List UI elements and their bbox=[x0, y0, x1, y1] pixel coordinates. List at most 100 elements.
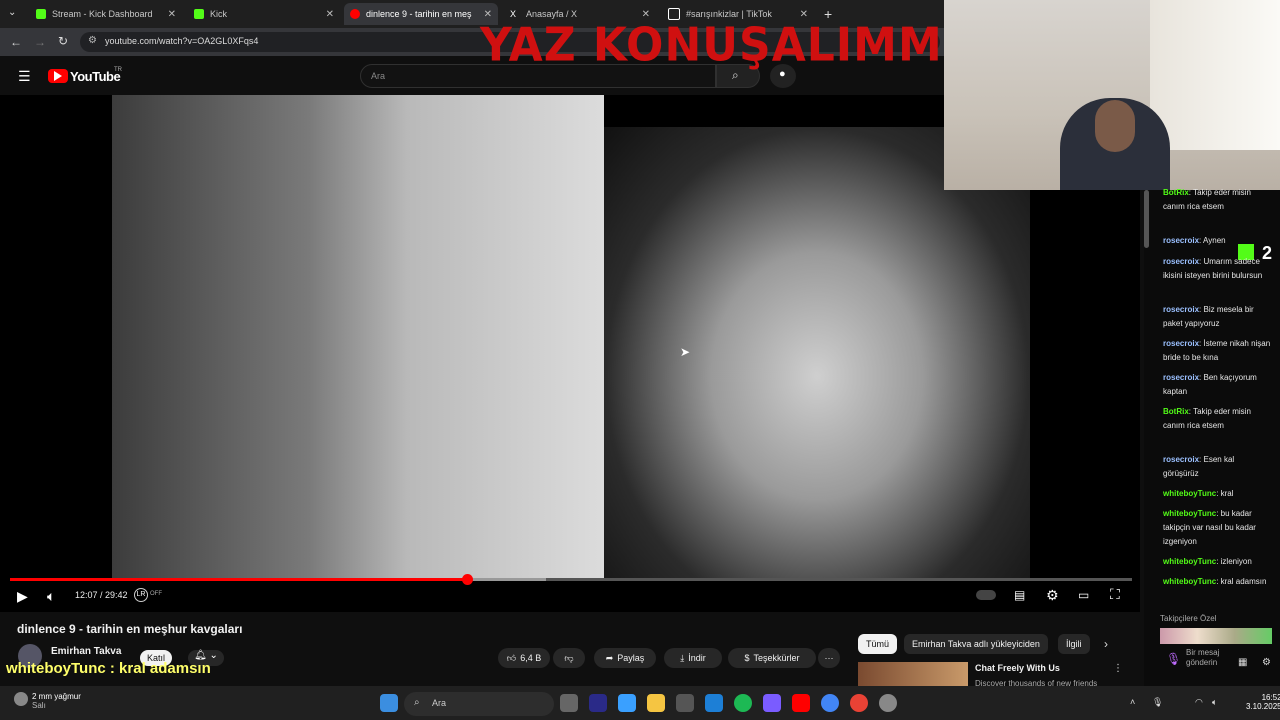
edge-icon[interactable] bbox=[705, 694, 723, 712]
download-button[interactable]: ⤓ İndir bbox=[664, 648, 722, 668]
windows-start-icon[interactable] bbox=[380, 694, 398, 712]
windows-taskbar bbox=[0, 686, 1280, 720]
forward-icon[interactable]: → bbox=[34, 35, 46, 49]
chip-uploader[interactable]: Emirhan Takva adlı yükleyiciden bbox=[904, 634, 1048, 654]
youtube-app-icon[interactable] bbox=[792, 694, 810, 712]
chat-message: rosecroix: Biz mesela bir paket yapıyoru… bbox=[1163, 305, 1254, 328]
video-frame-right-bust bbox=[604, 127, 1030, 580]
like-button[interactable]: 👍︎ 6,4 B bbox=[498, 648, 550, 668]
share-button[interactable]: ➦ Paylaş bbox=[594, 648, 656, 668]
thanks-button[interactable]: $ Teşekkürler bbox=[728, 648, 816, 668]
chat-message: rosecroix: Esen kal görüşürüz bbox=[1163, 455, 1235, 478]
tab-search-icon[interactable]: ⌄ bbox=[8, 7, 16, 18]
like-count: 6,4 B bbox=[520, 653, 542, 663]
task-view-icon[interactable] bbox=[560, 694, 578, 712]
reload-icon[interactable]: ↻ bbox=[58, 34, 68, 48]
tab-kick[interactable]: Kick ✕ bbox=[188, 3, 340, 25]
youtube-logo-text[interactable]: YouTube bbox=[70, 69, 121, 84]
tab-youtube-active[interactable]: dinlence 9 - tarihin en meşhur ✕ bbox=[344, 3, 498, 25]
close-icon[interactable]: ✕ bbox=[326, 9, 334, 20]
chip-all[interactable]: Tümü bbox=[858, 634, 898, 654]
stream-chat-overlay: whiteboyTunc : kral adamsın bbox=[6, 660, 211, 677]
volume-icon[interactable]: 🔈︎ bbox=[47, 588, 55, 605]
wifi-icon[interactable]: ◠ bbox=[1195, 697, 1203, 708]
followers-only-notice: Takipçilere Özel bbox=[1160, 614, 1217, 623]
country-code: TR bbox=[114, 67, 122, 73]
tab-kick-dashboard[interactable]: Stream - Kick Dashboard ✕ bbox=[30, 3, 182, 25]
file-explorer-icon[interactable] bbox=[647, 694, 665, 712]
thanks-icon: $ bbox=[744, 653, 750, 663]
chat-settings-icon[interactable]: ⚙ bbox=[1262, 657, 1271, 668]
progress-played bbox=[10, 578, 467, 581]
kick-icon bbox=[36, 9, 46, 19]
weather-text: 2 mm yağmur bbox=[32, 692, 81, 701]
store-icon[interactable] bbox=[676, 694, 694, 712]
chat-message: BotRix: Takip eder misin canım rica etse… bbox=[1163, 407, 1251, 430]
download-label: İndir bbox=[688, 653, 706, 663]
webcam-person-head bbox=[1095, 100, 1135, 152]
gift-icon[interactable]: ▦ bbox=[1238, 657, 1247, 668]
fullscreen-icon[interactable]: ⛶ bbox=[1110, 586, 1120, 603]
clock-date: 3.10.2025 bbox=[1246, 702, 1280, 711]
tab-label: Anasayfa / X bbox=[526, 9, 578, 19]
dislike-button[interactable]: 👎︎ bbox=[553, 648, 585, 668]
subtitles-icon[interactable]: ▤ bbox=[1014, 588, 1025, 602]
play-icon[interactable]: ▶ bbox=[17, 588, 28, 605]
chat-input[interactable]: Bir mesaj gönderin bbox=[1186, 648, 1224, 668]
tab-label: #sarışınkizlar | TikTok bbox=[686, 9, 772, 19]
more-vertical-icon[interactable]: ⋮ bbox=[1113, 663, 1123, 674]
chip-related[interactable]: İlgili bbox=[1058, 634, 1090, 654]
weather-widget[interactable]: 2 mm yağmur Salı bbox=[32, 692, 81, 710]
progress-buffered bbox=[466, 578, 547, 581]
search-icon: ⌕ bbox=[414, 697, 420, 708]
chat-message: whiteboyTunc: kral bbox=[1163, 489, 1234, 498]
chat-message: rosecroix: İsteme nikah nişan bride to b… bbox=[1163, 339, 1271, 362]
search-placeholder: Ara bbox=[371, 71, 386, 81]
chat-message: whiteboyTunc: kral adamsın bbox=[1163, 577, 1267, 586]
figma-icon[interactable] bbox=[763, 694, 781, 712]
chrome-icon[interactable] bbox=[821, 694, 839, 712]
copilot-icon[interactable] bbox=[618, 694, 636, 712]
chat-scrollbar[interactable] bbox=[1144, 190, 1149, 248]
taskbar-clock[interactable]: 16:52 3.10.2025 bbox=[1246, 693, 1280, 711]
share-icon: ➦ bbox=[605, 652, 614, 663]
kick-icon bbox=[194, 9, 204, 19]
speaker-icon[interactable]: 🔈︎ bbox=[1212, 697, 1217, 708]
autoplay-switch[interactable] bbox=[976, 590, 996, 600]
youtube-icon bbox=[350, 9, 360, 19]
theater-mode-icon[interactable]: ▭ bbox=[1078, 588, 1089, 602]
channel-name[interactable]: Emirhan Takva bbox=[51, 646, 121, 657]
chrome-alt-icon[interactable] bbox=[850, 694, 868, 712]
spotify-icon[interactable] bbox=[734, 694, 752, 712]
recommendation-thumbnail[interactable] bbox=[858, 662, 968, 686]
url-text[interactable]: youtube.com/watch?v=OA2GL0XFqs4 bbox=[105, 36, 258, 46]
emote-icon[interactable]: 🎙︎ bbox=[1166, 652, 1182, 670]
chat-message: whiteboyTunc: bu kadar takipçin var nası… bbox=[1163, 509, 1256, 546]
thumbs-down-icon: 👎︎ bbox=[564, 652, 574, 663]
taskbar-search-label: Ara bbox=[432, 698, 447, 708]
cursor-icon: ➤ bbox=[680, 345, 691, 359]
tab-label: Stream - Kick Dashboard bbox=[52, 9, 153, 19]
webcam-window-background bbox=[1150, 0, 1280, 150]
chat-message: rosecroix: Umarım sadece ikisini isteyen… bbox=[1163, 257, 1263, 280]
tray-chevron-icon[interactable]: ˄ bbox=[1130, 697, 1135, 707]
taskbar-search[interactable]: ⌕ Ara bbox=[404, 692, 554, 716]
progress-scrubber[interactable] bbox=[461, 574, 473, 585]
site-info-icon[interactable]: ⚙ bbox=[88, 35, 97, 46]
premiere-icon[interactable] bbox=[589, 694, 607, 712]
app-icon[interactable] bbox=[879, 694, 897, 712]
x-icon: X bbox=[510, 9, 517, 19]
more-actions-button[interactable]: ··· bbox=[818, 648, 840, 668]
clock-time: 16:52 bbox=[1261, 693, 1280, 702]
emote-bar[interactable] bbox=[1160, 628, 1272, 644]
recommendation-title[interactable]: Chat Freely With Us bbox=[975, 663, 1060, 673]
close-icon[interactable]: ✕ bbox=[168, 9, 176, 20]
autoplay-toggle[interactable]: LR bbox=[134, 588, 148, 602]
autoplay-label: OFF bbox=[150, 591, 162, 597]
menu-icon[interactable]: ☰ bbox=[18, 68, 31, 85]
back-icon[interactable]: ← bbox=[10, 35, 22, 49]
settings-icon[interactable]: ⚙ bbox=[1046, 587, 1059, 604]
video-frame-left-portrait bbox=[112, 95, 604, 580]
microphone-tray-icon[interactable]: 🎙︎ bbox=[1152, 697, 1163, 708]
chevron-right-icon[interactable]: › bbox=[1104, 637, 1108, 651]
